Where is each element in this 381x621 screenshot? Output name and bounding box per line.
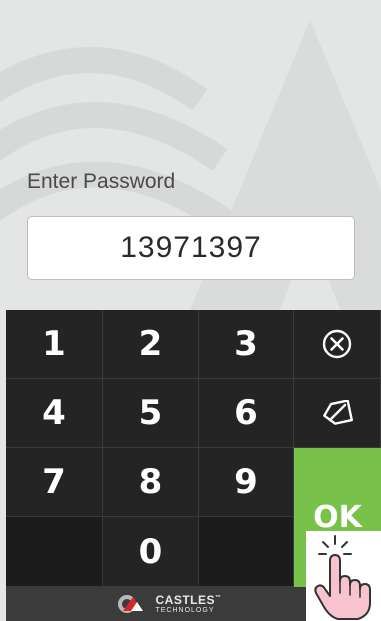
empty-key-right	[199, 517, 294, 587]
key-7[interactable]: 7	[6, 448, 103, 517]
key-0[interactable]: 0	[103, 517, 199, 587]
castles-technology-logo: CASTLES™ TECHNOLOGY	[115, 593, 221, 615]
brand-subtitle: TECHNOLOGY	[155, 607, 215, 614]
empty-key-left	[6, 517, 103, 587]
key-2[interactable]: 2	[103, 310, 199, 379]
brand-name: CASTLES	[155, 593, 215, 607]
clear-x-circle-icon	[322, 329, 352, 359]
key-9[interactable]: 9	[199, 448, 294, 517]
key-6[interactable]: 6	[199, 379, 294, 448]
password-value: 13971397	[120, 231, 262, 264]
brand-trademark: ™	[215, 595, 222, 601]
key-8[interactable]: 8	[103, 448, 199, 517]
tap-gesture-overlay	[306, 531, 381, 621]
clear-button[interactable]	[294, 310, 381, 379]
key-5[interactable]: 5	[103, 379, 199, 448]
key-1[interactable]: 1	[6, 310, 103, 379]
castles-logo-icon	[118, 595, 144, 613]
password-input[interactable]: 13971397	[27, 216, 355, 280]
backspace-icon	[323, 400, 353, 425]
key-4[interactable]: 4	[6, 379, 103, 448]
payment-terminal-screen: Enter Password 13971397 1 2 3 4 5 6 7 8 …	[0, 0, 381, 621]
key-3[interactable]: 3	[199, 310, 294, 379]
enter-password-label: Enter Password	[27, 170, 176, 193]
backspace-button[interactable]	[294, 379, 381, 448]
tap-hand-icon	[314, 535, 371, 620]
